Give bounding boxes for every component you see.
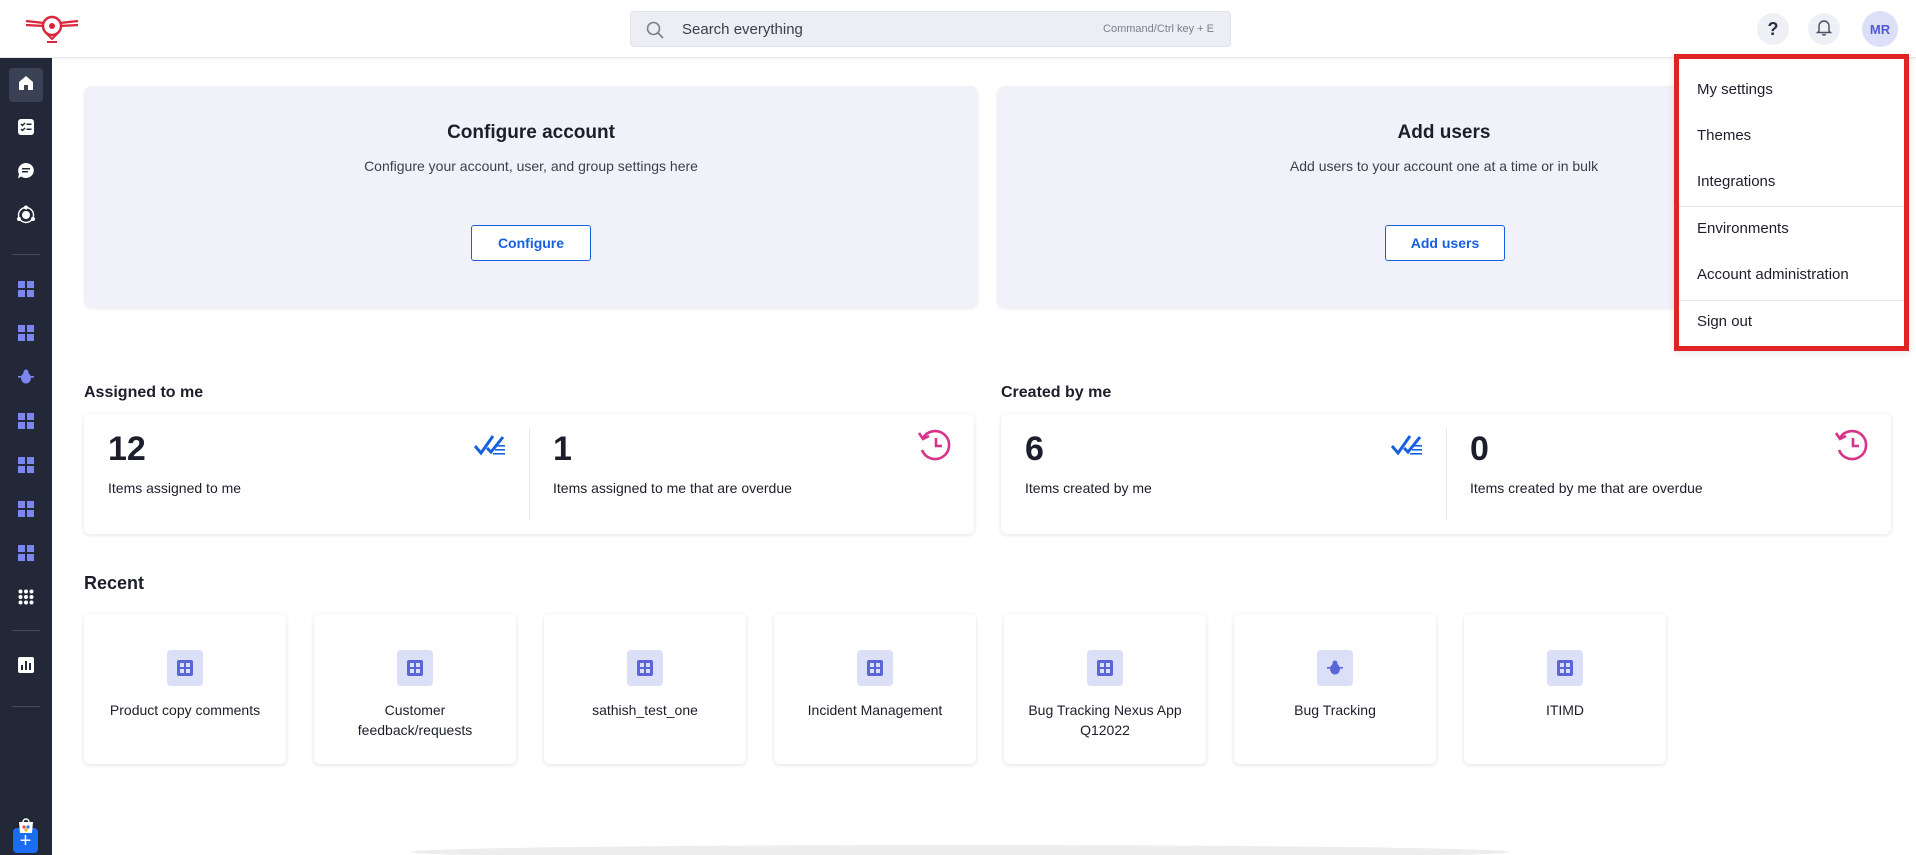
recent-item-label: ITIMD [1545, 702, 1585, 718]
stat-created-overdue[interactable]: 0 Items created by me that are overdue [1446, 414, 1891, 534]
sidebar-item-all-apps[interactable] [9, 582, 43, 616]
stat-label: Items assigned to me [108, 480, 242, 496]
bottom-panel-shadow [410, 845, 1510, 855]
recent-item-label: Bug Tracking Nexus App Q12022 [1028, 702, 1182, 738]
created-stats-card: 6 Items created by me 0 Items created by… [1001, 414, 1891, 534]
grid-icon [18, 412, 34, 434]
sidebar-item-reports[interactable] [9, 650, 43, 684]
stat-created[interactable]: 6 Items created by me [1001, 414, 1446, 534]
recent-item-label: sathish_test_one [592, 702, 698, 718]
sidebar-divider [12, 706, 40, 707]
sidebar-item-app-5[interactable] [9, 450, 43, 484]
stat-value: 0 [1470, 430, 1489, 468]
recent-item[interactable]: Incident Management [774, 614, 976, 764]
sidebar-item-tasks[interactable] [9, 112, 43, 146]
top-bar: Search everything Command/Ctrl key + E ?… [0, 0, 1916, 58]
sidebar-item-app-2[interactable] [9, 318, 43, 352]
sidebar-item-home[interactable] [9, 68, 43, 102]
bug-icon [1317, 650, 1353, 686]
stat-value: 1 [553, 430, 572, 468]
checklist-icon [473, 428, 507, 462]
bar-chart-icon [17, 656, 35, 679]
recent-item[interactable]: Customer feedback/requests [314, 614, 516, 764]
search-icon [645, 20, 665, 40]
bug-icon [17, 368, 35, 391]
stat-label: Items created by me [1025, 480, 1152, 496]
clock-history-icon [917, 428, 952, 462]
recent-item[interactable]: Bug Tracking Nexus App Q12022 [1004, 614, 1206, 764]
menu-item-environments[interactable]: Environments [1697, 220, 1789, 237]
sidebar-divider [12, 254, 40, 255]
configure-button[interactable]: Configure [471, 225, 591, 261]
recent-item[interactable]: sathish_test_one [544, 614, 746, 764]
section-title-created: Created by me [1001, 384, 1112, 401]
card-description: Configure your account, user, and group … [364, 158, 698, 174]
section-title-assigned: Assigned to me [84, 384, 204, 401]
grid-icon [397, 650, 433, 686]
sidebar-item-app-6[interactable] [9, 494, 43, 528]
grid-icon [857, 650, 893, 686]
menu-item-themes[interactable]: Themes [1697, 127, 1751, 144]
sidebar-item-app-4[interactable] [9, 406, 43, 440]
notifications-button[interactable] [1808, 13, 1840, 45]
stat-label: Items created by me that are overdue [1470, 480, 1703, 496]
configure-account-card: Configure account Configure your account… [84, 86, 978, 308]
recent-item[interactable]: Bug Tracking [1234, 614, 1436, 764]
recent-item[interactable]: ITIMD [1464, 614, 1666, 764]
menu-divider [1679, 300, 1904, 301]
grid-icon [18, 456, 34, 478]
task-list-icon [17, 118, 35, 141]
grid-icon [627, 650, 663, 686]
sidebar-item-messages[interactable] [9, 156, 43, 190]
menu-item-my-settings[interactable]: My settings [1697, 81, 1773, 98]
app-logo[interactable] [24, 12, 80, 46]
bell-icon [1815, 18, 1833, 41]
assigned-stats-card: 12 Items assigned to me 1 Items assigned… [84, 414, 974, 534]
sidebar-item-app-1[interactable] [9, 274, 43, 308]
sidebar-item-marketplace[interactable] [9, 810, 43, 844]
section-title-recent: Recent [84, 573, 145, 593]
add-users-button[interactable]: Add users [1385, 225, 1505, 261]
grid-icon [18, 324, 34, 346]
stat-value: 12 [108, 430, 146, 468]
stat-assigned[interactable]: 12 Items assigned to me [84, 414, 529, 534]
recent-item-label: Product copy comments [109, 702, 261, 718]
card-title: Configure account [447, 122, 615, 143]
menu-item-account-administration[interactable]: Account administration [1697, 266, 1849, 283]
grid-icon [18, 544, 34, 566]
chat-icon [17, 162, 35, 185]
stat-value: 6 [1025, 430, 1044, 468]
apps-grid-icon [18, 589, 34, 610]
search-input[interactable]: Search everything [682, 21, 803, 38]
recent-item[interactable]: Product copy comments [84, 614, 286, 764]
grid-icon [18, 500, 34, 522]
sidebar: + [0, 58, 52, 855]
grid-icon [1547, 650, 1583, 686]
menu-item-sign-out[interactable]: Sign out [1697, 313, 1752, 330]
stat-label: Items assigned to me that are overdue [553, 480, 792, 496]
recent-item-label: Customer feedback/requests [357, 702, 473, 738]
user-menu-dropdown: My settings Themes Integrations Environm… [1674, 54, 1909, 351]
clock-history-icon [1834, 428, 1869, 462]
sidebar-item-app-7[interactable] [9, 538, 43, 572]
sidebar-divider [12, 630, 40, 631]
sidebar-item-network[interactable] [9, 200, 43, 234]
grid-icon [1087, 650, 1123, 686]
user-avatar[interactable]: MR [1862, 11, 1898, 47]
grid-icon [18, 280, 34, 302]
search-bar[interactable]: Search everything Command/Ctrl key + E [630, 11, 1231, 47]
search-shortcut-hint: Command/Ctrl key + E [1103, 23, 1214, 35]
menu-item-integrations[interactable]: Integrations [1697, 173, 1775, 190]
marketplace-bag-icon [16, 815, 36, 840]
grid-icon [167, 650, 203, 686]
recent-item-label: Incident Management [807, 702, 943, 718]
checklist-icon [1390, 428, 1424, 462]
help-button[interactable]: ? [1757, 13, 1789, 45]
recent-item-label: Bug Tracking [1294, 702, 1376, 718]
sidebar-item-app-3[interactable] [9, 362, 43, 396]
network-icon [16, 205, 36, 230]
home-icon [17, 74, 35, 97]
menu-divider [1679, 206, 1904, 207]
stat-assigned-overdue[interactable]: 1 Items assigned to me that are overdue [529, 414, 974, 534]
